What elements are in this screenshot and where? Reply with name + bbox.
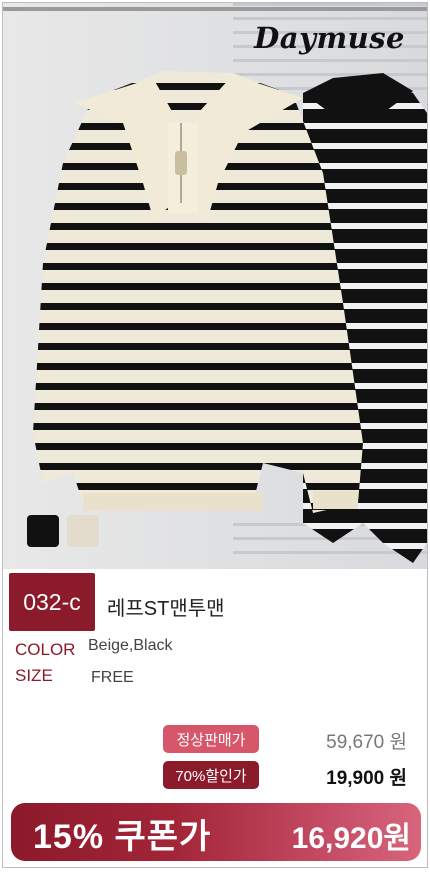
sale-price-badge: 70%할인가 <box>163 761 259 789</box>
color-swatch-beige[interactable] <box>67 515 99 547</box>
color-label: COLOR <box>15 640 76 659</box>
coupon-label: 15% 쿠폰가 <box>33 818 212 856</box>
regular-price-badge: 정상판매가 <box>163 725 259 753</box>
sale-price: 19,900 원 <box>326 768 407 789</box>
regular-price: 59,670 원 <box>326 732 407 753</box>
product-photo[interactable] <box>3 3 427 569</box>
product-code-badge: 032-c <box>9 573 95 631</box>
size-label: SIZE <box>15 666 53 685</box>
coupon-price: 16,920원 <box>291 822 411 855</box>
color-swatch-black[interactable] <box>27 515 59 547</box>
color-value: Beige,Black <box>88 637 173 654</box>
coupon-price-banner[interactable]: 15% 쿠폰가 16,920원 <box>11 803 421 861</box>
brand-logo: Daymuse <box>254 21 405 55</box>
product-card[interactable]: Daymuse 032-c 레프ST맨투맨 COLOR Beige,Black … <box>2 2 428 868</box>
product-name[interactable]: 레프ST맨투맨 <box>107 592 225 621</box>
size-value: FREE <box>91 669 134 686</box>
